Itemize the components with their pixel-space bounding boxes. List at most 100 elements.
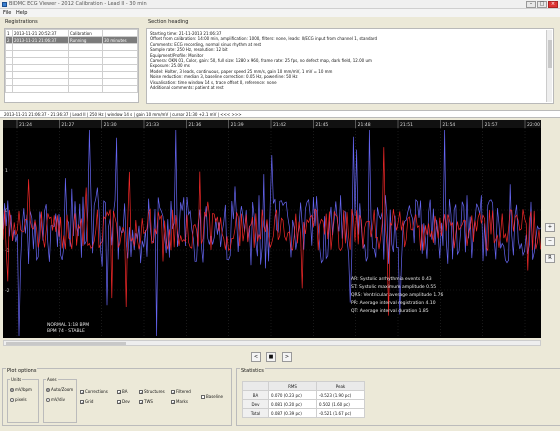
checkbox-icon <box>201 395 205 399</box>
checkbox-checked-icon: ✓ <box>80 390 85 395</box>
check-corrections[interactable]: ✓Corrections <box>80 389 108 395</box>
window-title: BIDMC ECG Viewer - 2012 Calibration - Le… <box>9 1 147 7</box>
option-label: pixels <box>15 397 27 402</box>
menu-file[interactable]: File <box>3 10 11 16</box>
stats-row-label: Total <box>242 408 269 418</box>
amplitude-label: -1 <box>5 248 10 254</box>
info-bar: 2013-11-21 21:06:37 - 21:36:37 | Lead II… <box>0 110 560 118</box>
time-tick-label: 21:24 <box>19 122 32 128</box>
plot-options-panel: Plot options Units mV/bpm pixels Axes Au… <box>2 368 232 426</box>
scrollbar-thumb[interactable] <box>548 40 552 68</box>
radio-icon <box>10 398 14 402</box>
time-tick-label: 21:54 <box>442 122 455 128</box>
registration-type: Calibration <box>68 29 103 37</box>
option-label: Baseline <box>206 394 223 399</box>
time-tick-label: 21:48 <box>358 122 371 128</box>
time-tick-label: 21:39 <box>231 122 244 128</box>
units-option-pixels[interactable]: pixels <box>10 397 27 402</box>
check-grid[interactable]: ✓Grid <box>80 399 94 405</box>
option-label: Grid <box>85 399 94 404</box>
window-titlebar: BIDMC ECG Viewer - 2012 Calibration - Le… <box>0 0 560 9</box>
units-group: Units mV/bpm pixels <box>7 377 39 423</box>
axes-label: Axes <box>46 377 58 382</box>
registration-date: 2013-11-21 20:52:37 <box>12 29 69 37</box>
check-filtered[interactable]: ✓Filtered <box>171 389 191 395</box>
plot-readout-text: ST: Systolic maximum amplitude 0.55 <box>351 284 436 290</box>
checkbox-checked-icon: ✓ <box>117 400 122 405</box>
table-row: Dev 0.081 (0.20 pc) 0.502 (1.60 pc) <box>242 399 365 409</box>
maximize-button[interactable]: □ <box>537 1 547 8</box>
check-dev[interactable]: ✓Dev <box>117 399 130 405</box>
next-button[interactable]: > <box>282 352 292 362</box>
checkbox-checked-icon: ✓ <box>139 390 144 395</box>
plot-horizontal-scrollbar[interactable] <box>3 340 541 346</box>
stats-header-rms: RMS <box>268 381 317 391</box>
option-label: BA <box>122 389 128 394</box>
stats-peak-value: 0.502 (1.60 pc) <box>316 399 365 409</box>
amplitude-label: 1 <box>5 168 8 174</box>
stats-peak-value: -0.523 (1.90 pc) <box>316 390 365 400</box>
check-baseline[interactable]: Baseline <box>201 394 223 399</box>
stats-rms-value: 0.070 (0.23 pc) <box>268 390 317 400</box>
time-tick-label: 21:33 <box>146 122 159 128</box>
checkbox-checked-icon: ✓ <box>80 400 85 405</box>
check-tws[interactable]: ✓TWS <box>139 399 153 405</box>
registration-row-selected[interactable]: 2 2013-11-21 21:06:37 Running 30 minutes <box>5 36 138 44</box>
stop-button[interactable]: ■ <box>266 352 276 362</box>
minimize-button[interactable]: – <box>526 1 536 8</box>
axes-option-auto[interactable]: Auto/Zoom <box>46 387 73 392</box>
time-tick-label: 21:45 <box>315 122 328 128</box>
registrations-list[interactable]: 1 2013-11-21 20:52:37 Calibration 2 2013… <box>4 28 139 103</box>
zoom-out-button[interactable]: − <box>545 237 555 246</box>
option-label: Auto/Zoom <box>51 387 74 392</box>
section-heading-text[interactable]: Starting time: 21-11-2013 21:06:37 Offset… <box>146 28 554 104</box>
stats-header <box>242 381 269 391</box>
check-marks[interactable]: ✓Marks <box>171 399 188 405</box>
stats-row-label: Dev <box>242 399 269 409</box>
plot-readout-text: QT: Average interval duration 1.85 <box>351 308 429 314</box>
menu-help[interactable]: Help <box>16 10 27 16</box>
menu-bar: File Help <box>0 9 560 17</box>
zoom-in-button[interactable]: + <box>545 223 555 232</box>
option-label: Dev <box>122 399 130 404</box>
checkbox-checked-icon: ✓ <box>171 390 176 395</box>
plot-options-title: Plot options <box>6 368 38 374</box>
registration-row[interactable]: 1 2013-11-21 20:52:37 Calibration <box>5 29 138 37</box>
amplitude-label: -2 <box>5 288 10 294</box>
ecg-plot[interactable]: 21:24 21:27 21:30 21:33 21:36 21:39 21:42 21:45… <box>3 120 541 338</box>
option-label: Marks <box>176 399 188 404</box>
stats-header-peak: Peak <box>316 381 365 391</box>
axes-option-mvdiv[interactable]: mV/div <box>46 397 65 402</box>
axes-group: Axes Auto/Zoom mV/div <box>43 377 77 423</box>
plot-readout-text: AR: Systolic arrhythmia events 0.43 <box>351 276 432 282</box>
table-row: BA 0.070 (0.23 pc) -0.523 (1.90 pc) <box>242 390 365 400</box>
units-option-mv[interactable]: mV/bpm <box>10 387 32 392</box>
statistics-table: RMS Peak BA 0.070 (0.23 pc) -0.523 (1.90… <box>242 381 365 418</box>
units-label: Units <box>10 377 23 382</box>
time-tick-label: 21:36 <box>188 122 201 128</box>
option-label: Structures <box>144 389 165 394</box>
radio-selected-icon <box>10 388 14 392</box>
section-heading-scrollbar[interactable] <box>546 30 552 102</box>
plot-readout-text: QRS: Ventricular average amplitude 1.76 <box>351 292 443 298</box>
stats-row-label: BA <box>242 390 269 400</box>
check-ba[interactable]: ✓BA <box>117 389 128 395</box>
time-tick-label: 21:30 <box>104 122 117 128</box>
option-label: mV/bpm <box>15 387 32 392</box>
stats-rms-value: 0.087 (0.39 pc) <box>268 408 317 418</box>
time-tick-label: 22:00 <box>527 122 540 128</box>
ecg-trace-red <box>3 147 541 316</box>
radio-selected-icon <box>46 388 50 392</box>
close-button[interactable]: × <box>548 1 558 8</box>
option-label: TWS <box>144 399 153 404</box>
registration-type: Running <box>68 36 103 44</box>
option-label: mV/div <box>51 397 65 402</box>
previous-button[interactable]: < <box>251 352 261 362</box>
plot-status-text: BPM 74 · STABLE <box>47 328 85 334</box>
checkbox-checked-icon: ✓ <box>171 400 176 405</box>
table-row: Total 0.087 (0.39 pc) -0.521 (1.67 pc) <box>242 408 365 418</box>
check-structures[interactable]: ✓Structures <box>139 389 165 395</box>
scrollbar-thumb[interactable] <box>6 342 126 345</box>
time-tick-label: 21:27 <box>61 122 74 128</box>
reset-view-button[interactable]: R <box>545 254 555 263</box>
